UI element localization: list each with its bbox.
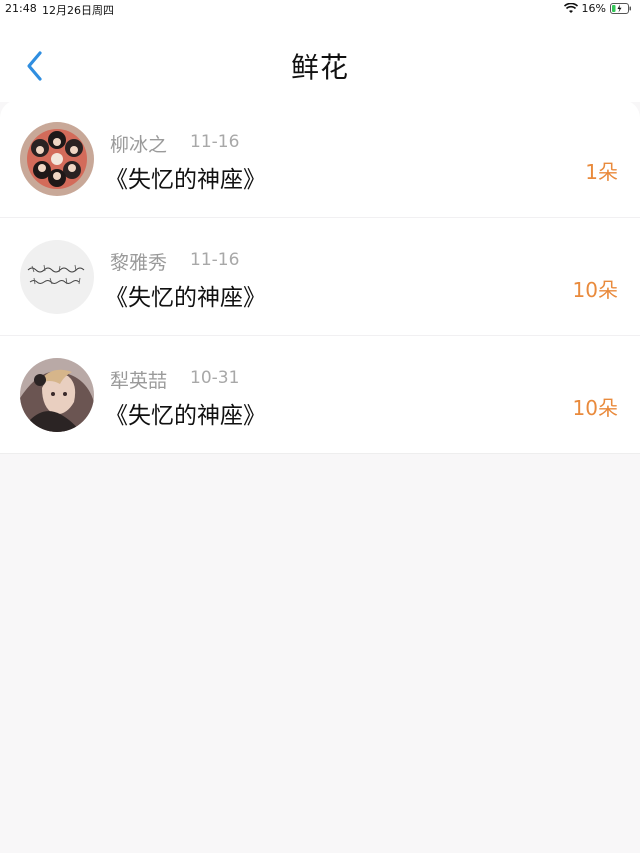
status-right: 16% xyxy=(563,2,632,15)
avatar-anime-image xyxy=(20,358,94,432)
list-item[interactable]: 黎雅秀 11-16 《失忆的神座》 10朵 xyxy=(0,218,640,336)
avatar-handwriting-image xyxy=(20,240,94,314)
avatar xyxy=(20,240,94,314)
book-title: 《失忆的神座》 xyxy=(105,285,266,311)
book-title: 《失忆的神座》 xyxy=(105,403,266,429)
avatar xyxy=(20,122,94,196)
battery-icon xyxy=(610,3,631,14)
avatar xyxy=(20,358,94,432)
flower-count: 1朵 xyxy=(585,160,618,184)
status-bar: 21:48 12月26日周四 16% xyxy=(0,0,640,18)
status-time: 21:48 xyxy=(5,2,37,15)
book-title: 《失忆的神座》 xyxy=(105,167,266,193)
status-date: 12月26日周四 xyxy=(42,4,114,17)
sent-date: 10-31 xyxy=(190,368,240,388)
flower-count: 10朵 xyxy=(572,396,618,420)
avatar-photo-image xyxy=(20,122,94,196)
wifi-icon xyxy=(563,3,578,13)
sender-name: 柳冰之 xyxy=(110,134,168,156)
sender-name: 犁英喆 xyxy=(110,370,168,392)
list-item[interactable]: 犁英喆 10-31 《失忆的神座》 10朵 xyxy=(0,336,640,454)
nav-bar: 鲜花 xyxy=(0,18,640,102)
page-title: 鲜花 xyxy=(290,51,349,84)
list-item[interactable]: 柳冰之 11-16 《失忆的神座》 1朵 xyxy=(0,100,640,218)
sent-date: 11-16 xyxy=(190,250,240,270)
sender-name: 黎雅秀 xyxy=(110,252,168,274)
flower-list: 柳冰之 11-16 《失忆的神座》 1朵 黎雅秀 11-16 《失忆的神座》 1… xyxy=(0,100,640,454)
sent-date: 11-16 xyxy=(190,132,240,152)
flower-count: 10朵 xyxy=(572,278,618,302)
battery-percent: 16% xyxy=(581,2,606,15)
